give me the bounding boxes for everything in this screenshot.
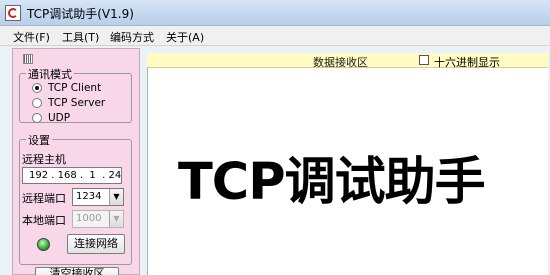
remote-host-input[interactable]: 192 . 168 . 1 . 24 bbox=[22, 167, 122, 184]
radio-button-icon[interactable] bbox=[32, 98, 42, 108]
radio-button-icon[interactable] bbox=[32, 113, 42, 123]
chevron-down-icon[interactable]: ▼ bbox=[109, 211, 123, 227]
menu-bar: 文件(F) 工具(T) 编码方式 关于(A) bbox=[0, 26, 550, 46]
grip-icon[interactable] bbox=[23, 54, 33, 64]
radio-tcp-server-label: TCP Server bbox=[48, 97, 106, 109]
hex-display-checkbox[interactable] bbox=[419, 55, 429, 65]
remote-port-label: 远程端口 bbox=[22, 192, 66, 205]
local-port-label: 本地端口 bbox=[22, 214, 66, 227]
comm-mode-group: 通讯模式 TCP Client TCP Server UDP bbox=[19, 66, 132, 124]
remote-port-select[interactable]: 1234 ▼ bbox=[72, 188, 124, 206]
control-panel: 通讯模式 TCP Client TCP Server UDP 设置 远程主机 1… bbox=[12, 48, 140, 275]
menu-encoding[interactable]: 编码方式 bbox=[110, 29, 154, 45]
title-bar[interactable]: TCP调试助手(V1.9) bbox=[0, 0, 550, 26]
radio-tcp-client-label: TCP Client bbox=[48, 82, 102, 94]
connection-status-led-icon bbox=[37, 238, 50, 251]
receive-header: 数据接收区 十六进制显示 bbox=[147, 53, 548, 69]
radio-button-icon[interactable] bbox=[32, 83, 42, 93]
app-icon bbox=[5, 5, 21, 21]
menu-about[interactable]: 关于(A) bbox=[166, 29, 204, 45]
chevron-down-icon[interactable]: ▼ bbox=[109, 189, 123, 205]
radio-udp-label: UDP bbox=[48, 112, 71, 124]
remote-host-label: 远程主机 bbox=[22, 153, 66, 166]
settings-legend: 设置 bbox=[26, 132, 52, 148]
local-port-select[interactable]: 1000 ▼ bbox=[72, 210, 124, 228]
connect-button[interactable]: 连接网络 bbox=[67, 234, 125, 254]
clear-receive-button[interactable]: 清空接收区 bbox=[35, 267, 119, 275]
remote-port-value: 1234 bbox=[76, 191, 102, 202]
local-port-value: 1000 bbox=[76, 213, 102, 224]
menu-file[interactable]: 文件(F) bbox=[13, 29, 50, 45]
comm-mode-legend: 通讯模式 bbox=[26, 66, 74, 82]
menu-tools[interactable]: 工具(T) bbox=[62, 29, 99, 45]
window-title: TCP调试助手(V1.9) bbox=[27, 7, 134, 21]
overlay-title-text: TCP调试助手 bbox=[178, 153, 486, 212]
